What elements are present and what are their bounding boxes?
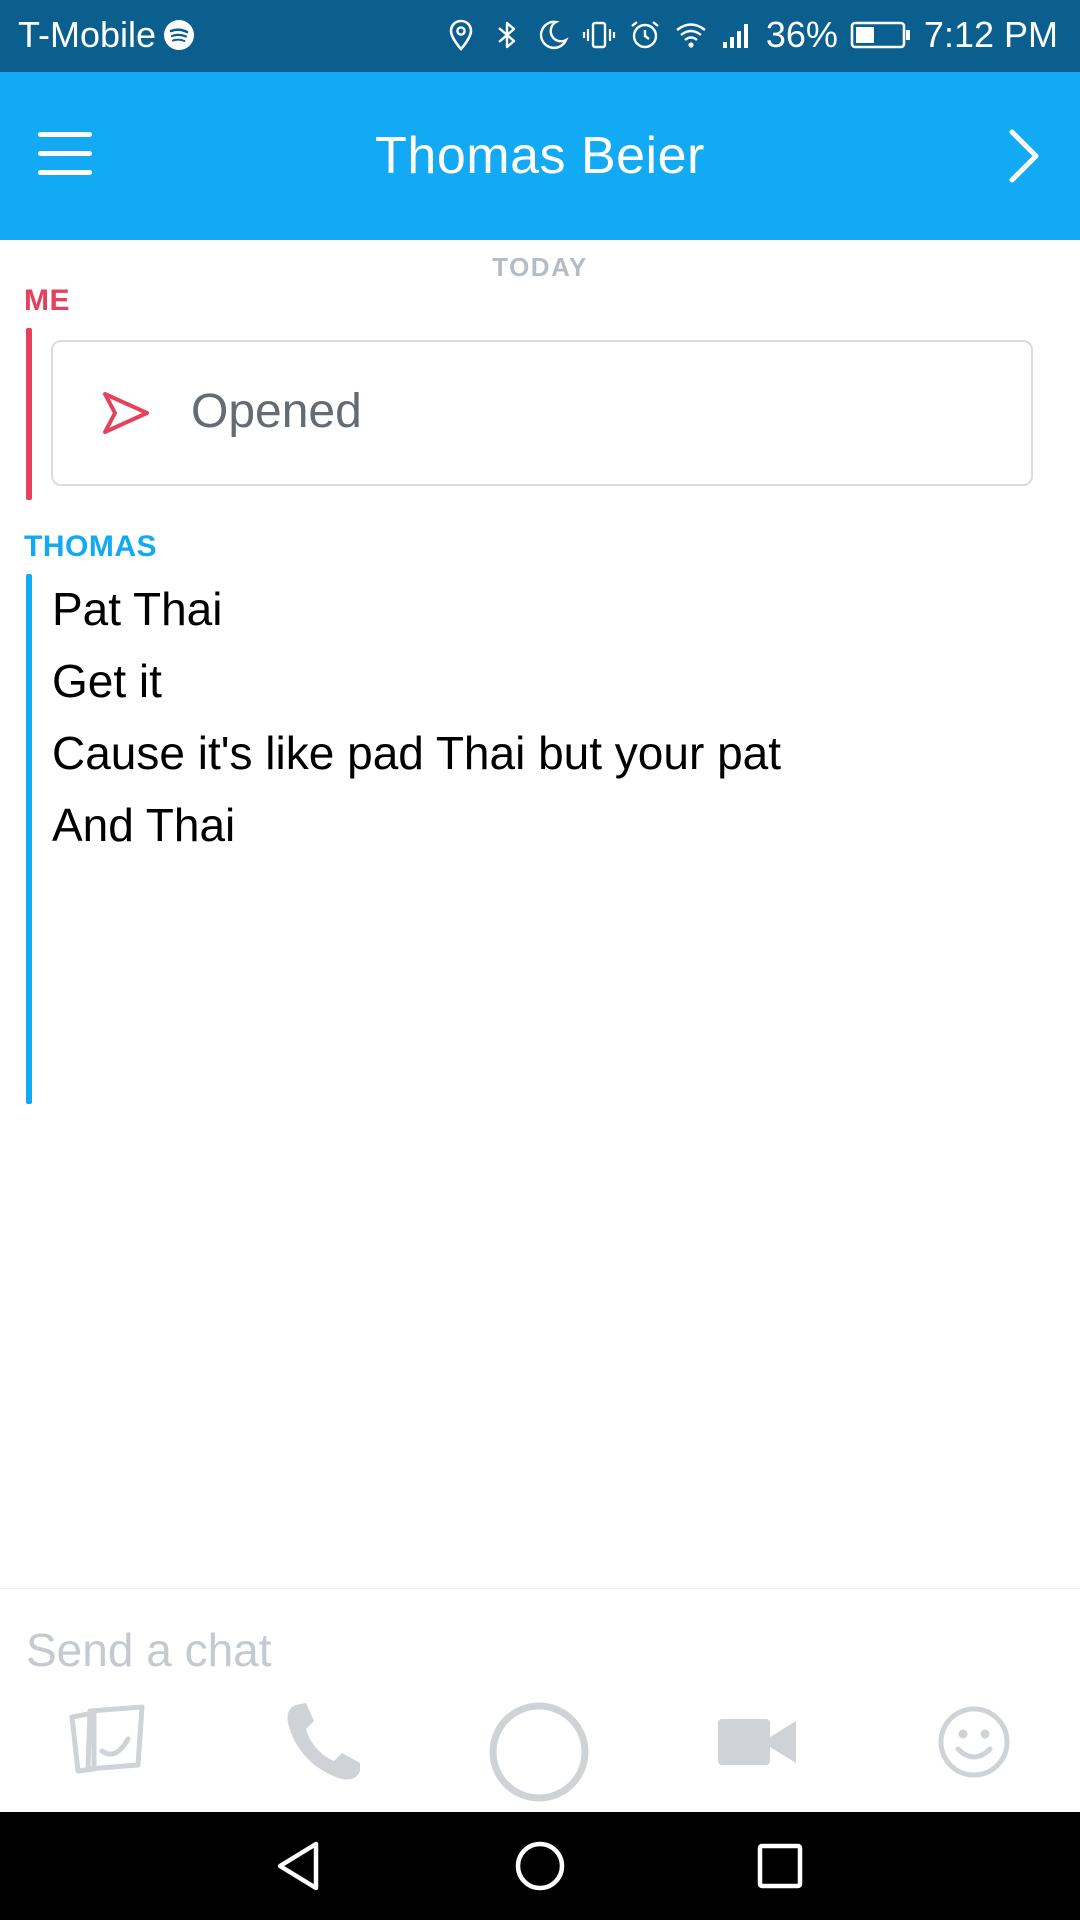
bluetooth-icon — [490, 15, 524, 55]
profile-button[interactable] — [1004, 128, 1044, 184]
chat-input[interactable] — [24, 1619, 1028, 1681]
me-accent-bar — [26, 328, 32, 500]
thomas-accent-bar — [26, 574, 32, 1104]
capture-button[interactable] — [488, 1701, 590, 1803]
stickers-button[interactable] — [64, 1699, 150, 1785]
moon-icon — [536, 15, 570, 55]
signal-icon — [720, 15, 754, 55]
voice-call-button[interactable] — [282, 1699, 362, 1785]
status-bar-left: T-Mobile — [18, 14, 196, 56]
status-bar: T-Mobile 36% 7:12 PM — [0, 0, 1080, 72]
stickers-icon — [69, 1704, 145, 1774]
wifi-icon — [674, 15, 708, 55]
sender-label-thomas: THOMAS — [24, 530, 157, 563]
chat-message[interactable]: And Thai — [52, 798, 235, 852]
back-icon — [277, 1841, 319, 1891]
location-icon — [444, 15, 478, 55]
date-separator: TODAY — [492, 252, 588, 282]
chat-area[interactable]: TODAY ME Opened THOMAS Pat Thai Get it C… — [0, 240, 1080, 1588]
chat-message[interactable]: Cause it's like pad Thai but your pat — [52, 726, 781, 780]
spotify-icon — [162, 15, 196, 55]
recents-icon — [757, 1843, 803, 1889]
chat-composer — [0, 1588, 1080, 1813]
back-button[interactable] — [272, 1838, 328, 1894]
chat-message[interactable]: Get it — [52, 654, 162, 708]
chat-message[interactable]: Pat Thai — [52, 582, 222, 636]
battery-percent: 36% — [765, 14, 838, 55]
chevron-right-icon — [1009, 129, 1039, 183]
recents-button[interactable] — [752, 1838, 808, 1894]
home-button[interactable] — [512, 1838, 568, 1894]
video-call-button[interactable] — [716, 1699, 798, 1785]
android-nav-bar — [0, 1812, 1080, 1920]
emoji-button[interactable] — [934, 1699, 1014, 1785]
carrier-name: T-Mobile — [18, 14, 157, 55]
vibrate-icon — [582, 15, 616, 55]
chat-header: Thomas Beier — [0, 72, 1080, 240]
send-arrow-icon — [101, 390, 151, 436]
opened-snap-card[interactable]: Opened — [51, 340, 1033, 486]
sender-label-me: ME — [24, 284, 70, 317]
alarm-icon — [628, 15, 662, 55]
capture-circle-icon — [489, 1702, 589, 1802]
snap-status: Opened — [191, 385, 362, 438]
status-bar-right: 36% 7:12 PM — [444, 14, 1058, 56]
chat-title[interactable]: Thomas Beier — [0, 126, 1080, 186]
phone-icon — [287, 1703, 360, 1780]
emoji-icon — [938, 1706, 1010, 1778]
battery-icon — [850, 20, 912, 50]
home-icon — [515, 1841, 565, 1891]
video-camera-icon — [718, 1719, 796, 1765]
clock: 7:12 PM — [923, 14, 1058, 55]
